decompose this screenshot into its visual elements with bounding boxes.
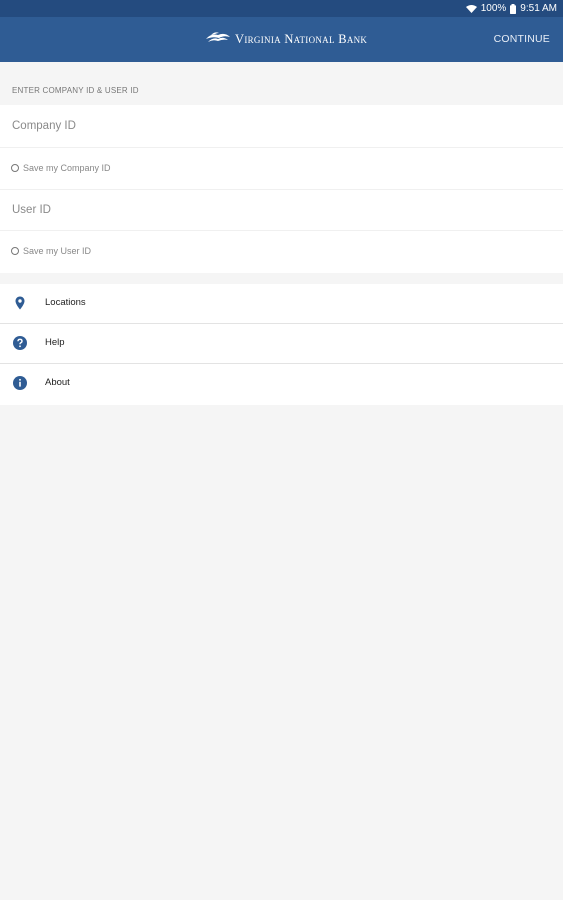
checkbox-circle-icon: [11, 247, 19, 255]
save-company-id-label: Save my Company ID: [23, 163, 111, 173]
app-bar: Virginia National Bank CONTINUE: [0, 17, 563, 62]
save-user-id-label: Save my User ID: [23, 246, 92, 256]
clock: 9:51 AM: [520, 3, 557, 14]
battery-percent: 100%: [480, 3, 507, 14]
save-user-id-checkbox[interactable]: Save my User ID: [11, 246, 91, 256]
battery-icon: [510, 3, 517, 14]
continue-button[interactable]: CONTINUE: [494, 33, 550, 45]
menu-item-about[interactable]: About: [0, 364, 563, 404]
bank-name: Virginia National Bank: [235, 32, 368, 46]
checkbox-circle-icon: [11, 164, 19, 172]
location-pin-icon: [13, 296, 27, 310]
wings-logo-icon: [205, 30, 231, 49]
info-icon: [13, 376, 27, 390]
section-header: ENTER COMPANY ID & USER ID: [12, 86, 139, 95]
save-company-id-checkbox[interactable]: Save my Company ID: [11, 163, 111, 173]
menu-item-label: Help: [45, 337, 65, 348]
menu-item-label: About: [45, 377, 70, 388]
menu-item-locations[interactable]: Locations: [0, 284, 563, 324]
user-id-row: [0, 190, 563, 231]
menu-item-label: Locations: [45, 297, 86, 308]
save-user-id-row: Save my User ID: [0, 231, 563, 273]
wifi-icon: [465, 4, 477, 13]
login-form: Save my Company ID Save my User ID: [0, 105, 563, 273]
menu-list: Locations Help About: [0, 284, 563, 405]
company-id-input[interactable]: [12, 105, 552, 147]
save-company-id-row: Save my Company ID: [0, 148, 563, 190]
company-id-row: [0, 105, 563, 148]
menu-item-help[interactable]: Help: [0, 324, 563, 364]
status-bar: 100% 9:51 AM: [0, 0, 563, 17]
help-icon: [13, 336, 27, 350]
bank-logo: Virginia National Bank: [205, 30, 367, 49]
user-id-input[interactable]: [12, 190, 552, 230]
